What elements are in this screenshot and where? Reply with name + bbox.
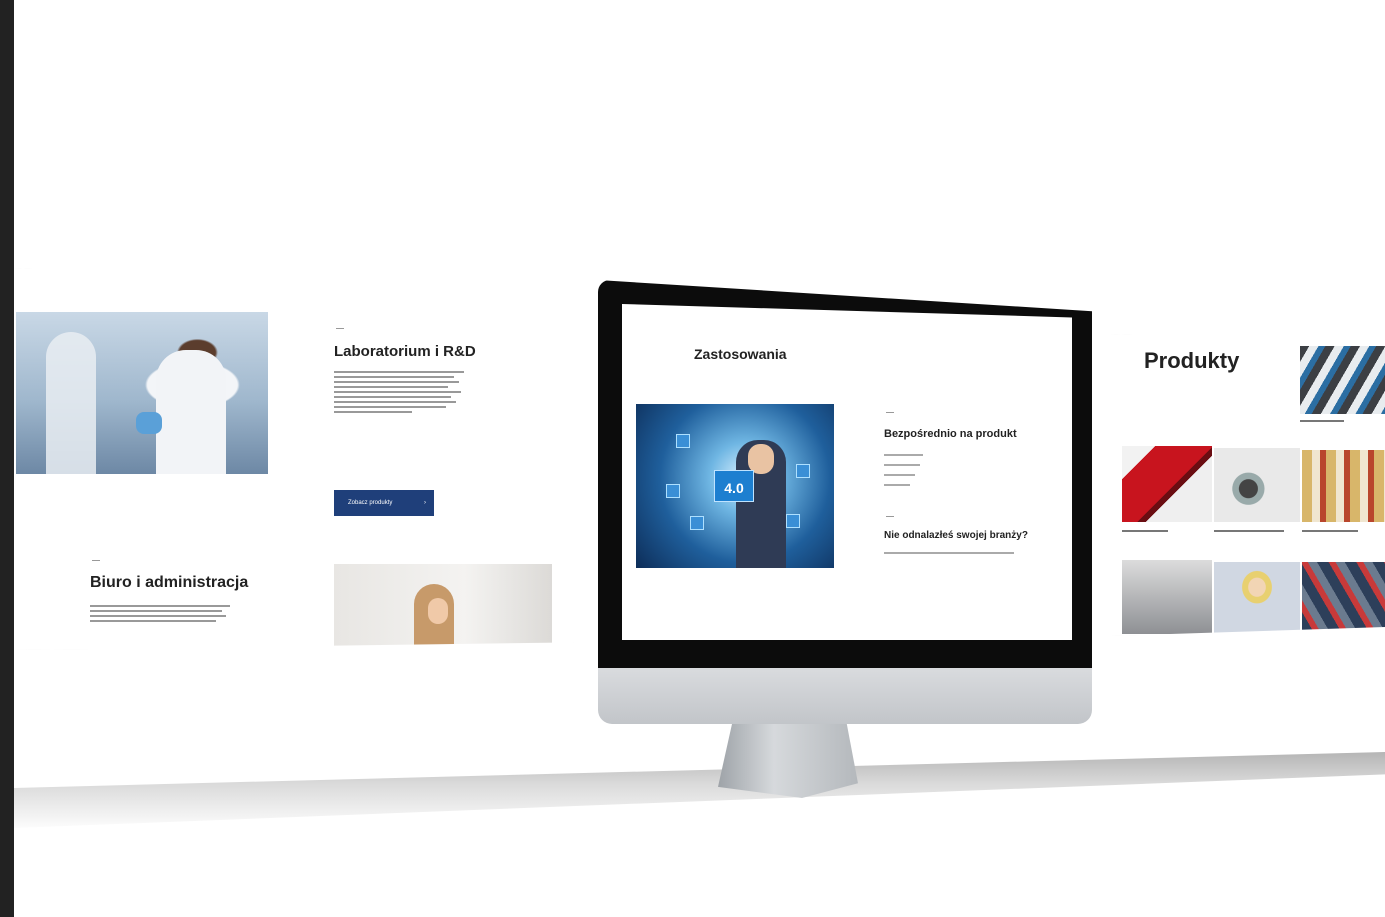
monitor-screen: Zastosowania 4.0 Bezpośrednio na produkt…	[622, 304, 1072, 640]
monitor-bezel: Zastosowania 4.0 Bezpośrednio na produkt…	[598, 280, 1092, 670]
products-title: Produkty	[1144, 348, 1240, 373]
industry-not-found-heading: Nie odnalazłeś swojej branży?	[884, 530, 1028, 541]
product-caption-2	[1122, 530, 1168, 532]
chevron-right-icon: ›	[424, 500, 426, 506]
office-section-title: Biuro i administracja	[90, 574, 249, 591]
product-tile-7[interactable]	[1302, 562, 1385, 632]
monitor-stand	[718, 724, 858, 798]
office-photo	[334, 564, 552, 650]
monitor-chin	[598, 668, 1092, 724]
laboratory-photo	[16, 312, 268, 474]
lab-description-placeholder	[334, 368, 464, 416]
lab-section-title: Laboratorium i R&D	[334, 343, 476, 360]
applications-title: Zastosowania	[694, 346, 787, 362]
office-description-placeholder	[90, 602, 230, 625]
right-page-mockup: Produkty	[1110, 334, 1385, 636]
product-tile-5[interactable]	[1122, 560, 1212, 634]
direct-product-heading: Bezpośrednio na produkt	[884, 428, 1017, 440]
accent-line-2	[92, 560, 100, 561]
accent-line-3	[886, 412, 894, 413]
see-products-label: Zobacz produkty	[348, 500, 393, 506]
see-products-button[interactable]: Zobacz produkty ›	[334, 490, 434, 516]
imac-monitor: Zastosowania 4.0 Bezpośrednio na produkt…	[598, 280, 1092, 724]
accent-line-4	[886, 516, 894, 517]
product-tile-4[interactable]	[1302, 450, 1385, 522]
contact-links-placeholder	[884, 552, 1014, 554]
product-caption-3	[1214, 530, 1284, 532]
industry-photo: 4.0	[636, 404, 834, 568]
window-edge	[0, 0, 14, 917]
floor-shadow	[14, 752, 1385, 828]
direct-product-list-placeholder	[884, 450, 1014, 494]
product-tile-3[interactable]	[1214, 448, 1300, 522]
product-tile-2[interactable]	[1122, 446, 1212, 522]
industry-badge: 4.0	[714, 470, 754, 502]
accent-line	[336, 328, 344, 329]
product-tile-1[interactable]	[1300, 346, 1385, 414]
left-page-mockup: Laboratorium i R&D Zobacz produkty › Biu…	[14, 268, 574, 650]
product-tile-6[interactable]	[1214, 562, 1300, 634]
product-caption-4	[1302, 530, 1358, 532]
product-caption-1	[1300, 420, 1344, 422]
